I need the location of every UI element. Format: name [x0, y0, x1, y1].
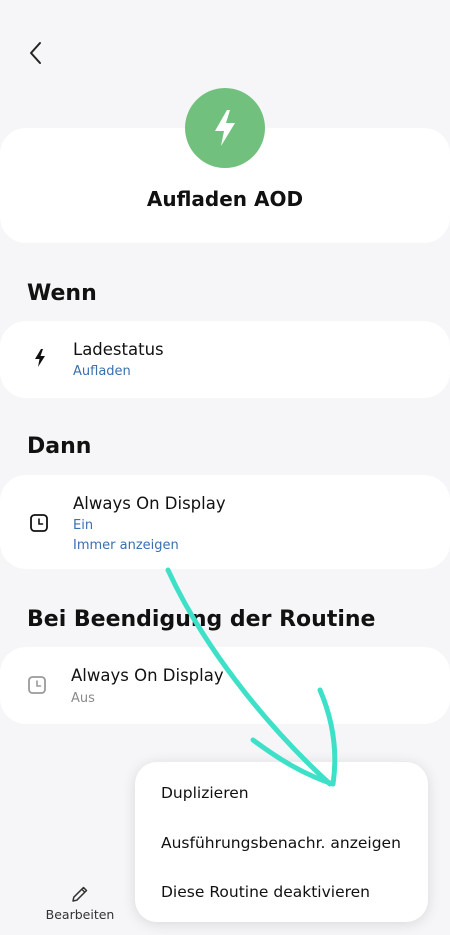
menu-item-duplicate[interactable]: Duplizieren: [161, 784, 249, 802]
lightning-bolt-icon: [30, 347, 50, 369]
end-action-subtitle: Aus: [71, 691, 95, 706]
routine-title[interactable]: Aufladen AOD: [0, 187, 450, 211]
action-card-aod[interactable]: Always On Display Ein Immer anzeigen: [0, 475, 450, 569]
edit-button[interactable]: Bearbeiten: [40, 880, 120, 926]
routine-icon[interactable]: [185, 88, 265, 168]
end-action-card-aod[interactable]: Always On Display Aus: [0, 647, 450, 724]
edit-label: Bearbeiten: [45, 907, 115, 922]
menu-item-show-notifications[interactable]: Ausführungsbenachr. anzeigen: [161, 834, 401, 852]
overflow-menu: Duplizieren Ausführungsbenachr. anzeigen…: [135, 762, 428, 922]
section-title-when: Wenn: [27, 281, 97, 306]
clock-icon: [26, 674, 48, 696]
menu-item-deactivate[interactable]: Diese Routine deaktivieren: [161, 883, 370, 901]
end-action-title: Always On Display: [71, 666, 224, 685]
back-button[interactable]: [22, 38, 50, 68]
pencil-icon: [72, 886, 88, 902]
clock-icon: [28, 512, 50, 534]
condition-subtitle: Aufladen: [73, 364, 131, 379]
lightning-bolt-icon: [215, 110, 235, 146]
condition-title: Ladestatus: [73, 340, 164, 359]
action-subtitle-state: Ein: [73, 518, 94, 533]
section-title-on-end: Bei Beendigung der Routine: [27, 607, 376, 632]
action-subtitle-mode: Immer anzeigen: [73, 538, 179, 553]
section-title-then: Dann: [27, 434, 92, 459]
chevron-left-icon: [30, 42, 41, 64]
condition-card-charging[interactable]: Ladestatus Aufladen: [0, 321, 450, 398]
action-title: Always On Display: [73, 494, 226, 513]
